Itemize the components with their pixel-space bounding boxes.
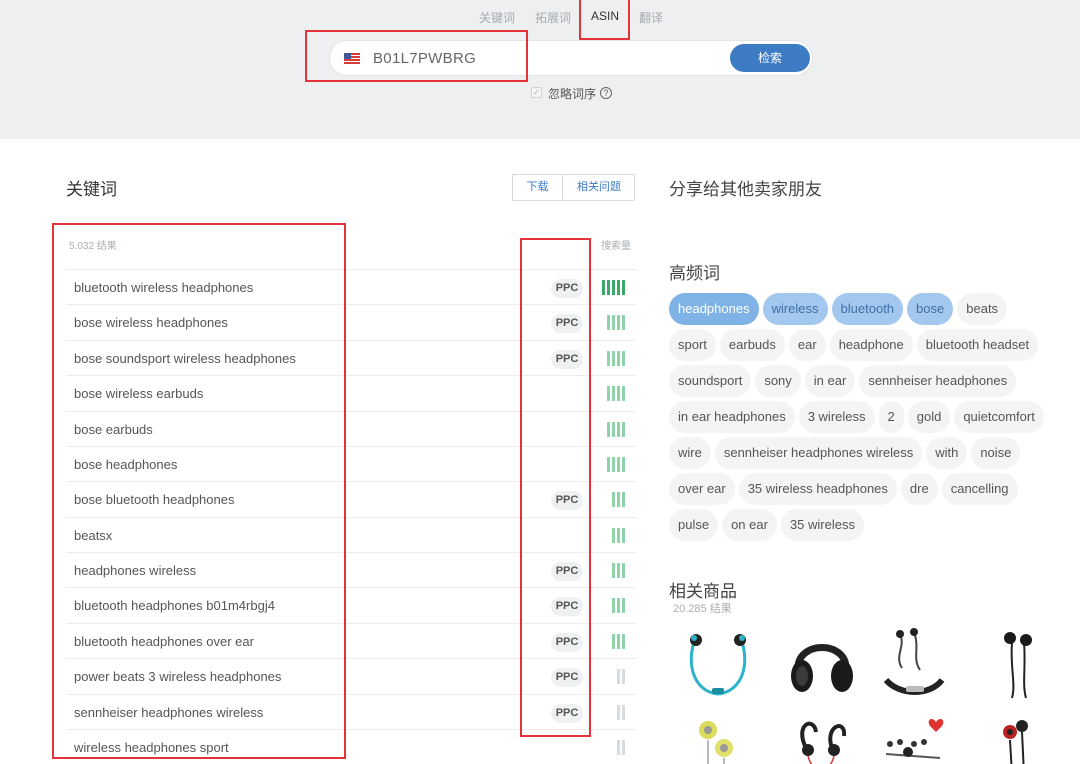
ignore-order-label: 忽略词序 (548, 85, 596, 102)
keyword-chip[interactable]: bluetooth headset (917, 329, 1038, 361)
product-yellow-earbuds[interactable] (684, 714, 752, 764)
related-questions-button[interactable]: 相关问题 (563, 175, 635, 200)
tab-keyword[interactable]: 关键词 (479, 9, 515, 26)
product-earbud-set[interactable] (880, 714, 948, 764)
download-button[interactable]: 下载 (513, 175, 563, 200)
keyword-chip[interactable]: on ear (722, 509, 777, 541)
keyword-chip[interactable]: wireless (763, 293, 828, 325)
search-volume-bars (607, 351, 627, 366)
search-volume-bars (612, 492, 627, 507)
ignore-order-checkbox[interactable]: ✓ (531, 87, 542, 98)
search-header: 关键词 拓展词 ASIN 翻译 检索 ✓ 忽略词序 ? (0, 0, 1080, 139)
search-volume-bars (617, 705, 627, 720)
keyword-chip[interactable]: beats (957, 293, 1007, 325)
related-products-title: 相关商品 (669, 577, 737, 602)
search-volume-bars (602, 280, 627, 295)
search-volume-bars (607, 315, 627, 330)
keyword-chip[interactable]: in ear (805, 365, 856, 397)
keyword-chip[interactable]: cancelling (942, 473, 1018, 505)
keyword-chip[interactable]: earbuds (720, 329, 785, 361)
keyword-chip[interactable]: dre (901, 473, 938, 505)
search-volume-bars (607, 457, 627, 472)
product-black-earbuds[interactable] (982, 628, 1050, 700)
keyword-chip[interactable]: with (926, 437, 967, 469)
keyword-chip[interactable]: ear (789, 329, 826, 361)
keyword-chip[interactable]: quietcomfort (954, 401, 1044, 433)
annotation-box-keywords (52, 223, 346, 759)
annotation-box-ppc (520, 238, 591, 737)
search-mode-tabs: 关键词 拓展词 ASIN 翻译 (0, 9, 1080, 27)
product-neckband-earbuds[interactable] (880, 628, 948, 700)
search-button[interactable]: 检索 (730, 44, 810, 72)
search-volume-bars (612, 598, 627, 613)
tab-translate[interactable]: 翻译 (639, 9, 663, 26)
keyword-chip[interactable]: sport (669, 329, 716, 361)
tab-expand[interactable]: 拓展词 (535, 9, 571, 26)
help-icon[interactable]: ? (600, 87, 612, 99)
high-frequency-title: 高频词 (669, 259, 720, 284)
keyword-chip[interactable]: sennheiser headphones (859, 365, 1016, 397)
annotation-box-search-input (305, 30, 528, 82)
search-volume-bars (617, 740, 627, 755)
keywords-title: 关键词 (66, 175, 117, 200)
product-teal-earbuds[interactable] (684, 628, 752, 700)
keyword-chip[interactable]: 2 (879, 401, 904, 433)
search-volume-bars (612, 634, 627, 649)
keyword-chip[interactable]: noise (971, 437, 1020, 469)
keyword-chip[interactable]: 35 wireless (781, 509, 864, 541)
keyword-chip[interactable]: headphones (669, 293, 759, 325)
search-volume-bars (612, 563, 627, 578)
product-red-earbuds[interactable] (982, 714, 1050, 764)
keyword-chip[interactable]: sennheiser headphones wireless (715, 437, 922, 469)
keyword-chip[interactable]: over ear (669, 473, 735, 505)
keyword-chip[interactable]: gold (908, 401, 951, 433)
keyword-chip[interactable]: headphone (830, 329, 913, 361)
keyword-chip[interactable]: 35 wireless headphones (739, 473, 897, 505)
search-volume-bars (607, 422, 627, 437)
keyword-chip[interactable]: 3 wireless (799, 401, 875, 433)
keyword-chip[interactable]: sony (755, 365, 800, 397)
search-volume-label: 搜索量 (601, 237, 631, 252)
keyword-chip[interactable]: pulse (669, 509, 718, 541)
keyword-chip[interactable]: wire (669, 437, 711, 469)
share-title: 分享给其他卖家朋友 (669, 175, 822, 200)
related-products-count: 20.285 结果 (673, 600, 732, 616)
product-black-over-ear-headphones[interactable] (788, 628, 856, 700)
keyword-chip[interactable]: soundsport (669, 365, 751, 397)
annotation-box-asin-tab (579, 0, 630, 40)
keyword-chip[interactable]: bluetooth (832, 293, 904, 325)
search-volume-bars (617, 669, 627, 684)
keywords-actions: 下载 相关问题 (512, 174, 635, 201)
keyword-chip[interactable]: bose (907, 293, 953, 325)
product-black-ear-hook-earbuds[interactable] (788, 714, 856, 764)
search-volume-bars (612, 528, 627, 543)
search-volume-bars (607, 386, 627, 401)
keyword-chip[interactable]: in ear headphones (669, 401, 795, 433)
